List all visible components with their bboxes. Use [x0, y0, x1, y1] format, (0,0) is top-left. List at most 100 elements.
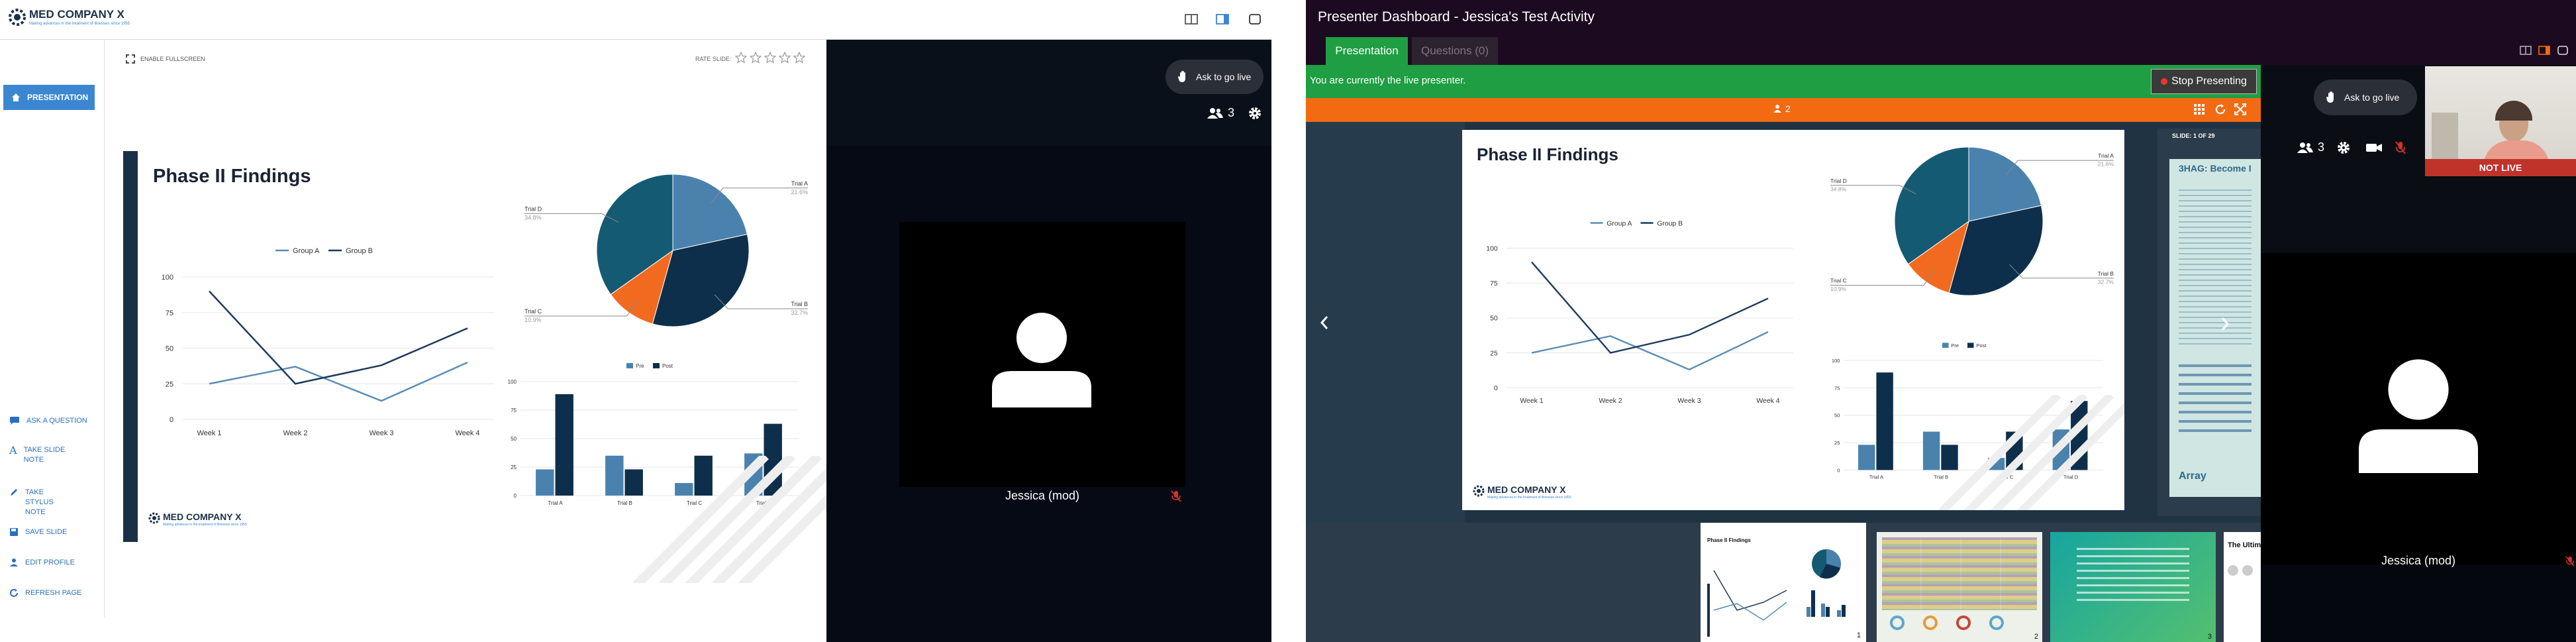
thumbnail-3[interactable]: 3 — [2050, 532, 2216, 642]
star-shape — [764, 52, 776, 64]
footer-logo-icon — [1473, 485, 1485, 497]
nav-take-stylus-note[interactable]: TAKE STYLUS NOTE — [9, 488, 72, 517]
x-tick-label: Week 3 — [369, 429, 393, 437]
next-slide-bars — [2179, 358, 2252, 437]
pie-label: Trial B — [791, 301, 808, 307]
bar — [1922, 431, 1940, 470]
thumbnail-strip: Phase II Findings 1 2 3 The Ultim — [1306, 523, 2261, 642]
star-icon[interactable] — [779, 52, 791, 64]
thumbnail-graphic — [2228, 565, 2238, 576]
mic-muted-icon[interactable] — [2395, 140, 2406, 155]
grid-icon[interactable] — [2193, 103, 2205, 115]
line-chart: 0 25 50 75 100 Week 1 Week 2 Week 3 Week 4 Group … — [1486, 220, 1793, 405]
pie-label: Trial D — [1830, 178, 1847, 184]
slide-title: Phase II Findings — [1477, 144, 1618, 164]
y-tick-label: 0 — [514, 493, 517, 499]
bar — [605, 455, 624, 496]
stop-presenting-button[interactable]: Stop Presenting — [2151, 69, 2257, 94]
ask-to-go-live-button[interactable]: Ask to go live — [2314, 80, 2417, 115]
legend-label: Group A — [293, 247, 320, 255]
user-icon — [1773, 104, 1781, 113]
star-icon[interactable] — [764, 52, 776, 64]
x-tick-label: Trial A — [1869, 474, 1884, 480]
thumbnail-graphic — [1882, 537, 2037, 610]
raised-hand-icon — [1177, 70, 1189, 83]
rating-stars[interactable] — [735, 52, 805, 64]
presentation-stage: ENABLE FULLSCREEN RATE SLIDE: Phase II F… — [105, 40, 826, 617]
sidebar-view-icon[interactable] — [2538, 44, 2551, 57]
person-hair — [2495, 101, 2532, 121]
star-shape — [735, 52, 747, 64]
legend-label: Group A — [1607, 220, 1632, 227]
sync-icon[interactable] — [2214, 103, 2226, 115]
refresh-icon — [9, 588, 19, 598]
nav-presentation[interactable]: PRESENTATION — [3, 85, 95, 110]
y-tick-label: 100 — [1486, 245, 1498, 252]
star-icon[interactable] — [793, 52, 805, 64]
enable-fullscreen-button[interactable]: ENABLE FULLSCREEN — [126, 54, 205, 64]
star-icon[interactable] — [735, 52, 747, 64]
y-tick-label: 25 — [166, 380, 173, 388]
chat-bubble-icon — [9, 416, 20, 425]
thumbnail-1[interactable]: Phase II Findings 1 — [1701, 523, 1866, 642]
x-tick-label: Week 4 — [1756, 398, 1779, 405]
pie-value-label: 21.6% — [2098, 161, 2114, 168]
thumbnail-2[interactable]: 2 — [1877, 532, 2042, 642]
x-tick-label: Week 2 — [1599, 398, 1622, 405]
people-icon — [1207, 107, 1224, 119]
fullscreen-view-icon[interactable] — [1248, 12, 1262, 27]
legend-label: Pre — [636, 363, 644, 369]
bar — [555, 394, 573, 496]
bar — [1858, 445, 1875, 470]
viewer-count-indicator: 2 — [1773, 103, 1791, 114]
settings-gear-icon[interactable] — [1248, 106, 1262, 121]
expand-icon[interactable] — [2234, 103, 2246, 115]
nav-refresh-page[interactable]: REFRESH PAGE — [9, 588, 91, 598]
nav-save-slide[interactable]: SAVE SLIDE — [9, 527, 91, 537]
fullscreen-view-icon[interactable] — [2556, 44, 2569, 57]
nav-refresh-page-label: REFRESH PAGE — [25, 589, 82, 597]
nav-presentation-label: PRESENTATION — [27, 93, 89, 102]
book-view-icon[interactable] — [1184, 12, 1199, 27]
x-tick-label: Trial A — [548, 500, 563, 506]
participants-indicator[interactable]: 3 — [1207, 106, 1234, 120]
nav-save-slide-label: SAVE SLIDE — [25, 528, 68, 536]
thumbnail-4[interactable]: The Ultim — [2224, 532, 2261, 642]
nav-edit-profile[interactable]: EDIT PROFILE — [9, 558, 91, 568]
legend-label: Group B — [346, 247, 373, 255]
settings-gear-icon[interactable] — [2336, 140, 2351, 155]
pencil-icon — [9, 488, 19, 497]
ask-to-go-live-button[interactable]: Ask to go live — [1165, 60, 1263, 94]
y-tick-label: 25 — [1490, 350, 1498, 357]
pie-label: Trial A — [2098, 152, 2114, 159]
series-line — [209, 361, 468, 402]
bar — [536, 469, 554, 496]
book-view-icon[interactable] — [2519, 44, 2532, 57]
self-video-preview: NOT LIVE — [2425, 66, 2576, 176]
live-status-bar: You are currently the live presenter. St… — [1306, 65, 2261, 98]
prev-slide-chevron-icon[interactable] — [1318, 314, 1331, 331]
camera-tile — [2261, 253, 2576, 564]
star-icon[interactable] — [750, 52, 762, 64]
tab-questions[interactable]: Questions (0) — [1412, 37, 1498, 65]
star-shape — [793, 52, 805, 64]
logo-tagline: Making advances in the treatment of illn… — [29, 22, 130, 26]
next-slide-preview[interactable]: 3HAG: Become I Array — [2169, 159, 2261, 497]
legend-label: Post — [1976, 343, 1987, 348]
next-slide-chevron-icon[interactable] — [2218, 315, 2232, 333]
tab-presentation[interactable]: Presentation — [1326, 37, 1408, 65]
video-camera-icon[interactable] — [2365, 142, 2383, 154]
participants-indicator[interactable]: 3 — [2297, 140, 2324, 154]
legend-swatch — [1967, 343, 1974, 348]
thumbnail-dials — [1890, 615, 2004, 630]
x-tick-label: Week 1 — [1520, 398, 1543, 405]
y-tick-label: 75 — [1834, 385, 1840, 391]
thumbnail-title: The Ultim — [2228, 541, 2261, 549]
sidebar-view-icon[interactable] — [1215, 12, 1230, 27]
nav-take-slide-note[interactable]: A TAKE SLIDE NOTE — [9, 445, 70, 465]
nav-ask-question[interactable]: ASK A QUESTION — [9, 416, 93, 426]
legend-swatch — [653, 363, 660, 368]
rate-slide-label: RATE SLIDE: — [695, 56, 732, 62]
y-tick-label: 0 — [1494, 385, 1498, 392]
legend-swatch — [1942, 343, 1949, 348]
